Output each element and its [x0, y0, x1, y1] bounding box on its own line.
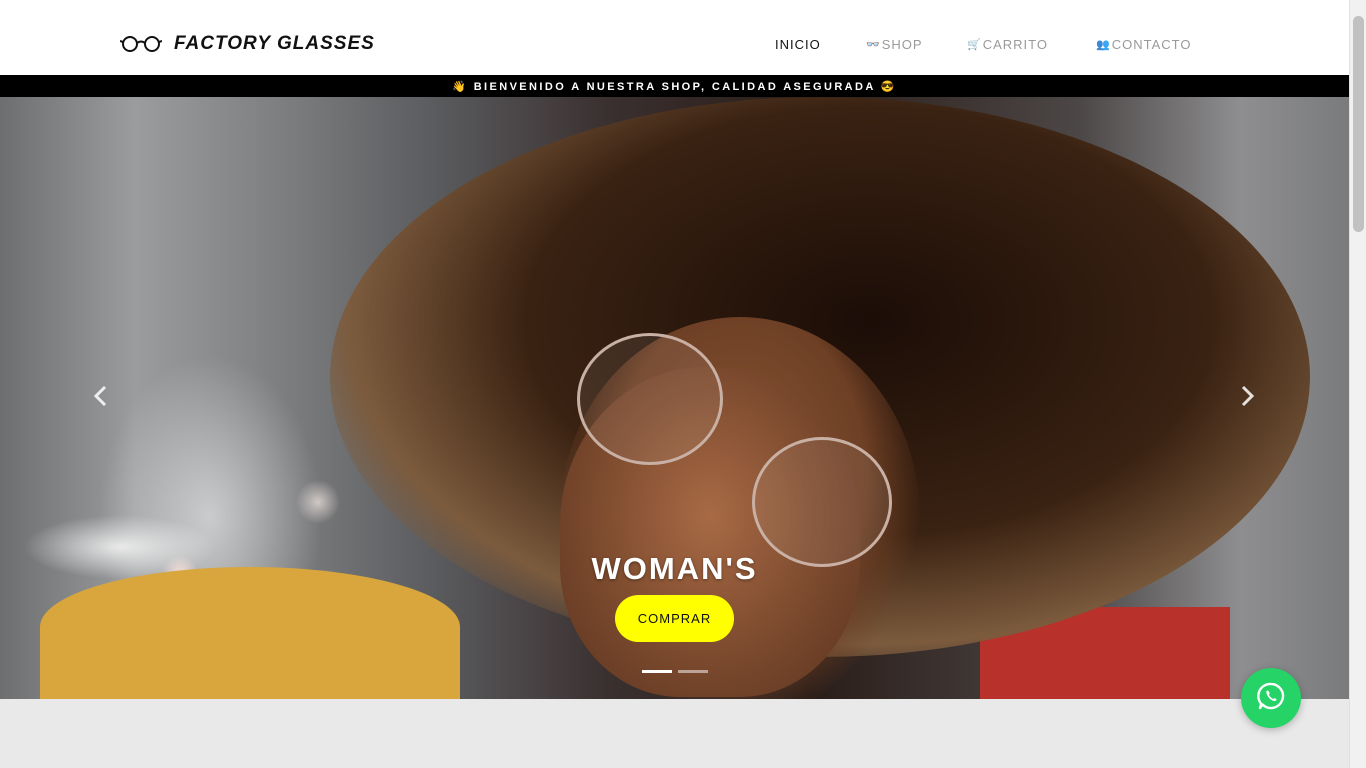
whatsapp-button[interactable]: [1241, 668, 1301, 728]
chevron-left-icon: [92, 385, 108, 412]
hero-image-glasses-lens: [752, 437, 892, 567]
nav-item-label: SHOP: [881, 37, 923, 52]
carousel-next-button[interactable]: [1240, 385, 1256, 413]
carousel-indicators: [642, 670, 708, 673]
nav-item-label: CONTACTO: [1111, 37, 1192, 52]
cart-icon: 🛒: [967, 39, 982, 51]
page-scrollbar[interactable]: [1349, 0, 1366, 768]
welcome-banner-text: 👋 BIENVENIDO A NUESTRA SHOP, CALIDAD ASE…: [452, 80, 897, 93]
whatsapp-icon: [1256, 681, 1286, 716]
hero-carousel: WOMAN'S COMPRAR: [0, 97, 1349, 699]
carousel-indicator-2[interactable]: [678, 670, 708, 673]
nav-item-shop[interactable]: 👓 SHOP: [866, 37, 923, 52]
carousel-caption-title: WOMAN'S: [591, 551, 758, 586]
comprar-button[interactable]: COMPRAR: [615, 595, 734, 642]
hero-image-glasses-lens: [577, 333, 723, 465]
nav-item-label: INICIO: [775, 37, 821, 52]
glasses-icon: 👓: [866, 39, 881, 51]
nav-item-carrito[interactable]: 🛒 CARRITO: [967, 37, 1048, 52]
nav-item-label: CARRITO: [982, 37, 1048, 52]
contact-icon: 👥: [1096, 39, 1111, 51]
nav-item-inicio[interactable]: INICIO: [775, 37, 821, 52]
chevron-right-icon: [1240, 385, 1256, 412]
welcome-banner: 👋 BIENVENIDO A NUESTRA SHOP, CALIDAD ASE…: [0, 75, 1349, 97]
navbar: FACTORY GLASSES INICIO 👓 SHOP 🛒 CARRITO …: [0, 0, 1349, 75]
scrollbar-thumb[interactable]: [1353, 16, 1364, 232]
carousel-indicator-1[interactable]: [642, 670, 672, 673]
nav-item-contacto[interactable]: 👥 CONTACTO: [1096, 37, 1191, 52]
carousel-prev-button[interactable]: [92, 385, 108, 413]
nav-menu: INICIO 👓 SHOP 🛒 CARRITO 👥 CONTACTO: [0, 37, 1349, 52]
content-section: [0, 699, 1349, 768]
